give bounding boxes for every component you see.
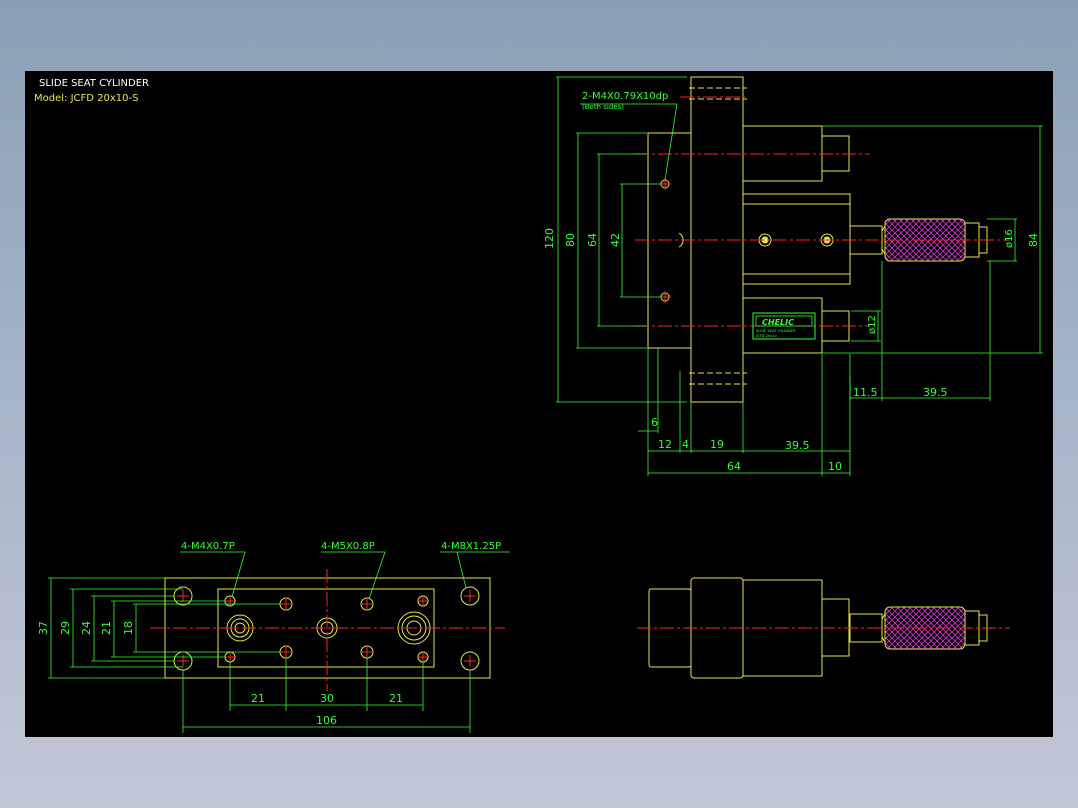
bottom-dim-texts: 37 29 24 21 18 21 30 21 106 4-M4X0.7P 4-… (37, 541, 501, 727)
dim-21-b: 21 (389, 692, 403, 705)
brand-label-plate: CHELIC SLIDE SEAT CYLINDER JCFD 20x10 (752, 312, 816, 340)
dim-21-vert: 21 (100, 621, 113, 635)
callout-side-note: (Both sides) (582, 103, 624, 111)
brand-label: CHELIC (762, 318, 794, 327)
dim-21-a: 21 (251, 692, 265, 705)
dim-30: 30 (320, 692, 334, 705)
dim-80: 80 (564, 233, 577, 247)
title-line-2: Model: JCFD 20x10-S (34, 93, 138, 104)
dim-12: 12 (658, 438, 672, 451)
dim-37: 37 (37, 621, 50, 635)
callout-side-thread: 2-M4X0.79X10dp (582, 91, 668, 102)
dim-120: 120 (543, 228, 556, 249)
label-line-2: JCFD 20x10 (755, 334, 778, 338)
dim-42: 42 (609, 233, 622, 247)
side-dimensions (556, 76, 1043, 476)
dim-18: 18 (122, 621, 135, 635)
dim-29: 29 (59, 621, 72, 635)
dim-19: 19 (710, 438, 724, 451)
cad-drawing: SLIDE SEAT CYLINDER Model: JCFD 20x10-S (34, 76, 1043, 733)
title-line-1: SLIDE SEAT CYLINDER (39, 78, 149, 89)
dim-64-width: 64 (727, 460, 741, 473)
drawing-canvas[interactable]: SLIDE SEAT CYLINDER Model: JCFD 20x10-S (25, 71, 1053, 737)
dim-d12: ø12 (867, 315, 878, 334)
dim-d16: ø16 (1004, 229, 1015, 248)
callout-m4: 4-M4X0.7P (181, 541, 235, 552)
callout-m5: 4-M5X0.8P (321, 541, 375, 552)
dim-4: 4 (682, 438, 689, 451)
label-line-1: SLIDE SEAT CYLINDER (756, 329, 796, 333)
dim-39-5b: 39.5 (923, 386, 948, 399)
callout-m8: 4-M8X1.25P (441, 541, 501, 552)
dim-106: 106 (316, 714, 337, 727)
bottom-dimensions (48, 551, 510, 733)
dim-10: 10 (828, 460, 842, 473)
dim-24: 24 (80, 621, 93, 635)
dim-64: 64 (586, 233, 599, 247)
dim-84: 84 (1027, 233, 1040, 247)
dim-11-5: 11.5 (853, 386, 878, 399)
dim-6: 6 (651, 416, 658, 429)
dim-39-5: 39.5 (785, 439, 810, 452)
side-dim-texts: 120 80 64 42 84 ø16 ø12 6 12 4 19 39.5 6… (543, 91, 1040, 473)
